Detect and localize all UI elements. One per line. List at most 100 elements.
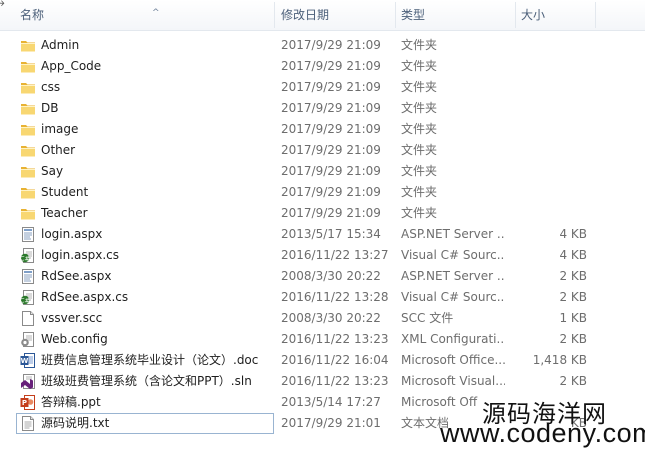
file-row[interactable]: C# login.aspx.cs 2016/11/22 13:27 Visual C#… <box>0 245 645 266</box>
file-name-cell[interactable]: image <box>16 119 274 140</box>
file-row[interactable]: Admin 2017/9/29 21:09 文件夹 <box>0 35 645 56</box>
column-header-size-label: 大小 <box>521 8 546 22</box>
file-size: 4 KB <box>559 248 587 262</box>
file-name-cell[interactable]: C# RdSee.aspx.cs <box>16 287 274 308</box>
folder-icon <box>20 80 36 95</box>
file-name-cell[interactable]: W 班费信息管理系统毕业设计（论文）.doc <box>16 350 274 371</box>
file-row[interactable]: App_Code 2017/9/29 21:09 文件夹 <box>0 56 645 77</box>
file-name-cell[interactable]: Student <box>16 182 274 203</box>
file-name: Admin <box>41 38 80 52</box>
file-type: 文件夹 <box>401 122 438 136</box>
file-date: 2017/9/29 21:09 <box>281 59 381 73</box>
file-row[interactable]: Other 2017/9/29 21:09 文件夹 <box>0 140 645 161</box>
file-row[interactable]: Teacher 2017/9/29 21:09 文件夹 <box>0 203 645 224</box>
file-name-cell[interactable]: Other <box>16 140 274 161</box>
file-row[interactable]: vssver.scc 2008/3/30 20:22 SCC 文件 1 KB <box>0 308 645 329</box>
file-date: 2016/11/22 13:27 <box>281 248 389 262</box>
file-size <box>510 140 587 161</box>
folder-icon <box>20 59 36 74</box>
word-doc-icon: W <box>20 353 36 368</box>
file-row[interactable]: image 2017/9/29 21:09 文件夹 <box>0 119 645 140</box>
file-name: css <box>41 80 61 94</box>
column-header-name-label: 名称 <box>20 8 45 22</box>
folder-icon <box>20 164 36 179</box>
file-row[interactable]: W 班费信息管理系统毕业设计（论文）.doc 2016/11/22 16:04 Mic… <box>0 350 645 371</box>
svg-text:W: W <box>21 357 29 365</box>
folder-icon <box>20 122 36 137</box>
file-name-cell[interactable]: css <box>16 77 274 98</box>
file-type: Visual C# Sourc... <box>401 290 505 304</box>
file-date: 2017/9/29 21:09 <box>281 80 381 94</box>
file-name-cell[interactable]: vssver.scc <box>16 308 274 329</box>
file-name-cell[interactable]: DB <box>16 98 274 119</box>
column-header-date-label: 修改日期 <box>281 8 330 22</box>
file-size: 1,418 KB <box>532 353 587 367</box>
file-date: 2008/3/30 20:22 <box>281 269 381 283</box>
file-date: 2016/11/22 16:04 <box>281 353 389 367</box>
file-date: 2017/9/29 21:09 <box>281 122 381 136</box>
file-row[interactable]: Web.config 2016/11/22 13:23 XML Configurat… <box>0 329 645 350</box>
watermark-url: www.codeny.com <box>440 418 645 448</box>
text-file-icon <box>20 416 36 431</box>
file-row[interactable]: 班级班费管理系统（含论文和PPT）.sln 2016/11/22 13:23 Mic… <box>0 371 645 392</box>
file-name: App_Code <box>41 59 102 73</box>
file-date: 2017/9/29 21:09 <box>281 38 381 52</box>
aspx-file-icon <box>20 227 36 242</box>
column-header-bar: ⤷ 名称 ^ 修改日期 类型 大小 <box>0 0 645 31</box>
file-name-cell[interactable]: Web.config <box>16 329 274 350</box>
file-name: RdSee.aspx.cs <box>41 290 129 304</box>
file-size <box>510 161 587 182</box>
file-size <box>510 98 587 119</box>
file-row[interactable]: RdSee.aspx 2008/3/30 20:22 ASP.NET Server … <box>0 266 645 287</box>
file-date: 2008/3/30 20:22 <box>281 311 381 325</box>
folder-icon <box>20 38 36 53</box>
file-type: Visual C# Sourc... <box>401 248 505 262</box>
file-row[interactable]: css 2017/9/29 21:09 文件夹 <box>0 77 645 98</box>
file-size <box>510 119 587 140</box>
column-header-date[interactable]: 修改日期 <box>275 0 395 30</box>
file-size <box>510 182 587 203</box>
file-name-cell[interactable]: P 答辩稿.ppt <box>16 392 274 413</box>
svg-text:P: P <box>22 399 27 407</box>
file-name-cell[interactable]: Teacher <box>16 203 274 224</box>
file-name-cell[interactable]: login.aspx <box>16 224 274 245</box>
file-name-cell[interactable]: RdSee.aspx <box>16 266 274 287</box>
blank-file-icon <box>20 311 36 326</box>
folder-icon <box>20 143 36 158</box>
file-size <box>510 203 587 224</box>
file-date: 2017/9/29 21:01 <box>281 416 381 430</box>
file-name-cell[interactable]: 班级班费管理系统（含论文和PPT）.sln <box>16 371 274 392</box>
file-row[interactable]: DB 2017/9/29 21:09 文件夹 <box>0 98 645 119</box>
file-type: ASP.NET Server ... <box>401 269 505 283</box>
file-date: 2017/9/29 21:09 <box>281 164 381 178</box>
file-row[interactable]: Say 2017/9/29 21:09 文件夹 <box>0 161 645 182</box>
file-size: 4 KB <box>559 227 587 241</box>
file-name-cell[interactable]: App_Code <box>16 56 274 77</box>
file-name: Student <box>41 185 89 199</box>
file-size: 2 KB <box>559 269 587 283</box>
csharp-file-icon: C# <box>20 248 36 263</box>
folder-icon <box>20 185 36 200</box>
file-name-cell[interactable]: Say <box>16 161 274 182</box>
file-name-cell[interactable]: 源码说明.txt <box>16 413 274 434</box>
column-header-type[interactable]: 类型 <box>395 0 515 30</box>
sort-ascending-icon: ^ <box>152 8 160 18</box>
file-date: 2016/11/22 13:23 <box>281 332 389 346</box>
file-name-cell[interactable]: C# login.aspx.cs <box>16 245 274 266</box>
file-name: Say <box>41 164 64 178</box>
powerpoint-icon: P <box>20 395 36 410</box>
column-header-size[interactable]: 大小 <box>515 0 595 30</box>
file-row[interactable]: C# RdSee.aspx.cs 2016/11/22 13:28 Visual C#… <box>0 287 645 308</box>
column-header-name[interactable]: 名称 ^ <box>14 0 274 30</box>
file-date: 2017/9/29 21:09 <box>281 143 381 157</box>
file-size <box>510 77 587 98</box>
file-name-cell[interactable]: Admin <box>16 35 274 56</box>
file-row[interactable]: login.aspx 2013/5/17 15:34 ASP.NET Server … <box>0 224 645 245</box>
column-divider[interactable] <box>595 2 596 28</box>
aspx-file-icon <box>20 269 36 284</box>
file-date: 2017/9/29 21:09 <box>281 206 381 220</box>
file-row[interactable]: Student 2017/9/29 21:09 文件夹 <box>0 182 645 203</box>
file-type: XML Configurati... <box>401 332 505 346</box>
file-size <box>510 35 587 56</box>
file-type: 文件夹 <box>401 59 438 73</box>
